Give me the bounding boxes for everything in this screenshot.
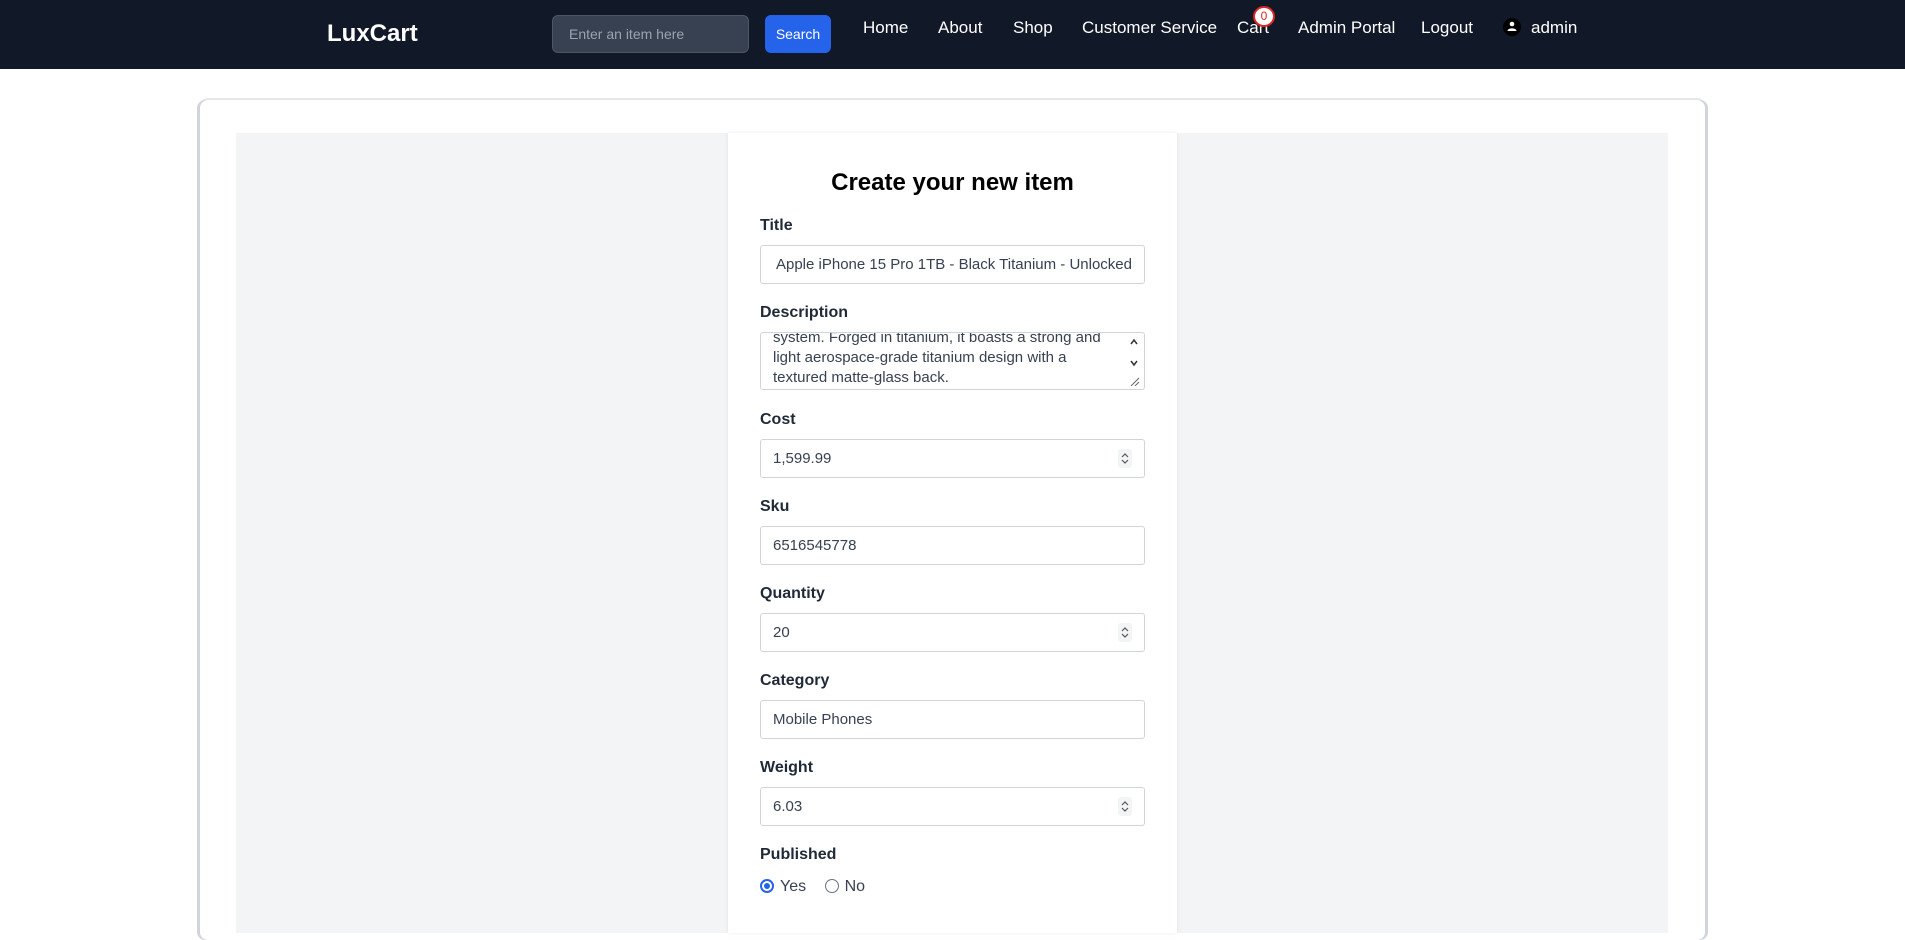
- form-title: Create your new item: [831, 169, 1074, 196]
- category-label: Category: [760, 672, 830, 689]
- scroll-arrows-icon[interactable]: [1128, 336, 1140, 387]
- sku-label: Sku: [760, 498, 790, 515]
- sku-input[interactable]: 6516545778: [760, 526, 1145, 565]
- nav-logout[interactable]: Logout: [1421, 18, 1473, 38]
- cost-input[interactable]: 1,599.99: [760, 439, 1145, 478]
- published-label: Published: [760, 846, 837, 863]
- navbar: LuxCart Search Home About Shop Customer …: [0, 0, 1905, 69]
- published-no-radio[interactable]: [824, 879, 839, 893]
- title-label: Title: [760, 217, 793, 234]
- quantity-input[interactable]: 20: [760, 613, 1145, 652]
- user-icon[interactable]: [1503, 18, 1521, 36]
- weight-input[interactable]: 6.03: [760, 787, 1145, 826]
- brand-logo[interactable]: LuxCart: [327, 20, 418, 48]
- title-input[interactable]: Apple iPhone 15 Pro 1TB - Black Titanium…: [760, 245, 1145, 284]
- nav-customer-service[interactable]: Customer Service: [1082, 18, 1217, 38]
- published-yes-label[interactable]: Yes: [780, 878, 806, 895]
- weight-value: 6.03: [773, 798, 803, 815]
- spinner-icon[interactable]: [1118, 797, 1132, 816]
- create-item-form: Create your new item Title Apple iPhone …: [728, 133, 1177, 933]
- cost-value: 1,599.99: [773, 450, 832, 467]
- username[interactable]: admin: [1531, 18, 1577, 38]
- search-button[interactable]: Search: [765, 15, 831, 53]
- published-no-label[interactable]: No: [845, 878, 865, 895]
- nav-shop[interactable]: Shop: [1013, 18, 1053, 38]
- description-label: Description: [760, 304, 849, 321]
- spinner-icon[interactable]: [1118, 449, 1132, 468]
- nav-home[interactable]: Home: [863, 18, 908, 38]
- quantity-value: 20: [773, 624, 790, 641]
- quantity-label: Quantity: [760, 585, 825, 602]
- nav-about[interactable]: About: [938, 18, 982, 38]
- description-text: system. Forged in titanium, it boasts a …: [773, 332, 1101, 386]
- spinner-icon[interactable]: [1118, 623, 1132, 642]
- search-input[interactable]: [552, 15, 749, 53]
- weight-label: Weight: [760, 759, 814, 776]
- published-radio-group: Yes No: [760, 878, 865, 896]
- nav-admin-portal[interactable]: Admin Portal: [1298, 18, 1395, 38]
- category-input[interactable]: Mobile Phones: [760, 700, 1145, 739]
- cart-count-badge: 0: [1253, 6, 1275, 27]
- cost-label: Cost: [760, 411, 796, 428]
- published-yes-radio[interactable]: [760, 879, 774, 893]
- description-textarea[interactable]: system. Forged in titanium, it boasts a …: [760, 332, 1145, 390]
